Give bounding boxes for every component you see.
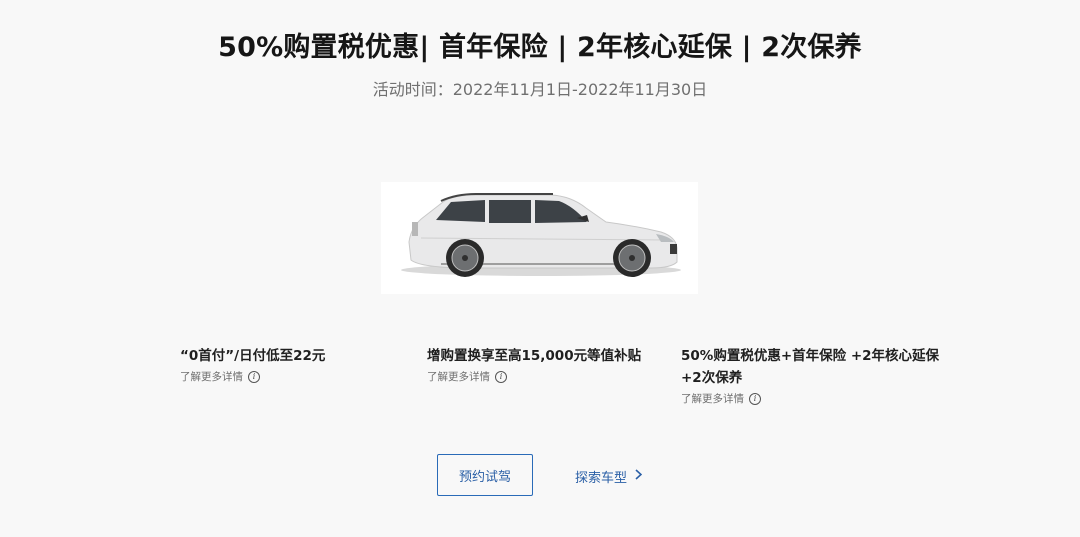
learn-more-link[interactable]: 了解更多详情 i	[180, 369, 410, 385]
car-image	[381, 182, 698, 294]
promo-headline: 50%购置税优惠| 首年保险 | 2年核心延保 | 2次保养	[218, 32, 862, 63]
info-icon[interactable]: i	[495, 371, 507, 383]
learn-more-link[interactable]: 了解更多详情 i	[681, 391, 951, 407]
feature-title: “0首付”/日付低至22元	[180, 348, 326, 364]
chevron-right-icon	[635, 469, 643, 483]
feature-tax-insurance-warranty: 50%购置税优惠+首年保险 +2年核心延保 +2次保养 了解更多详情 i	[681, 345, 951, 407]
promo-page: 50%购置税优惠| 首年保险 | 2年核心延保 | 2次保养 活动时间：2022…	[0, 0, 1080, 537]
learn-more-label: 了解更多详情	[180, 371, 243, 383]
explore-models-label: 探索车型	[575, 470, 628, 486]
info-icon[interactable]: i	[248, 371, 260, 383]
feature-title: 50%购置税优惠+首年保险 +2年核心延保 +2次保养	[681, 348, 940, 386]
feature-title: 增购置换享至高15,000元等值补贴	[427, 348, 642, 364]
learn-more-label: 了解更多详情	[427, 371, 490, 383]
explore-models-link[interactable]: 探索车型	[575, 466, 643, 486]
learn-more-label: 了解更多详情	[681, 393, 744, 405]
campaign-period: 活动时间：2022年11月1日-2022年11月30日	[372, 80, 708, 99]
feature-trade-in-subsidy: 增购置换享至高15,000元等值补贴 了解更多详情 i	[427, 345, 667, 385]
book-test-drive-button[interactable]: 预约试驾	[437, 454, 533, 496]
feature-zero-down-payment: “0首付”/日付低至22元 了解更多详情 i	[180, 345, 410, 385]
info-icon[interactable]: i	[749, 393, 761, 405]
learn-more-link[interactable]: 了解更多详情 i	[427, 369, 667, 385]
